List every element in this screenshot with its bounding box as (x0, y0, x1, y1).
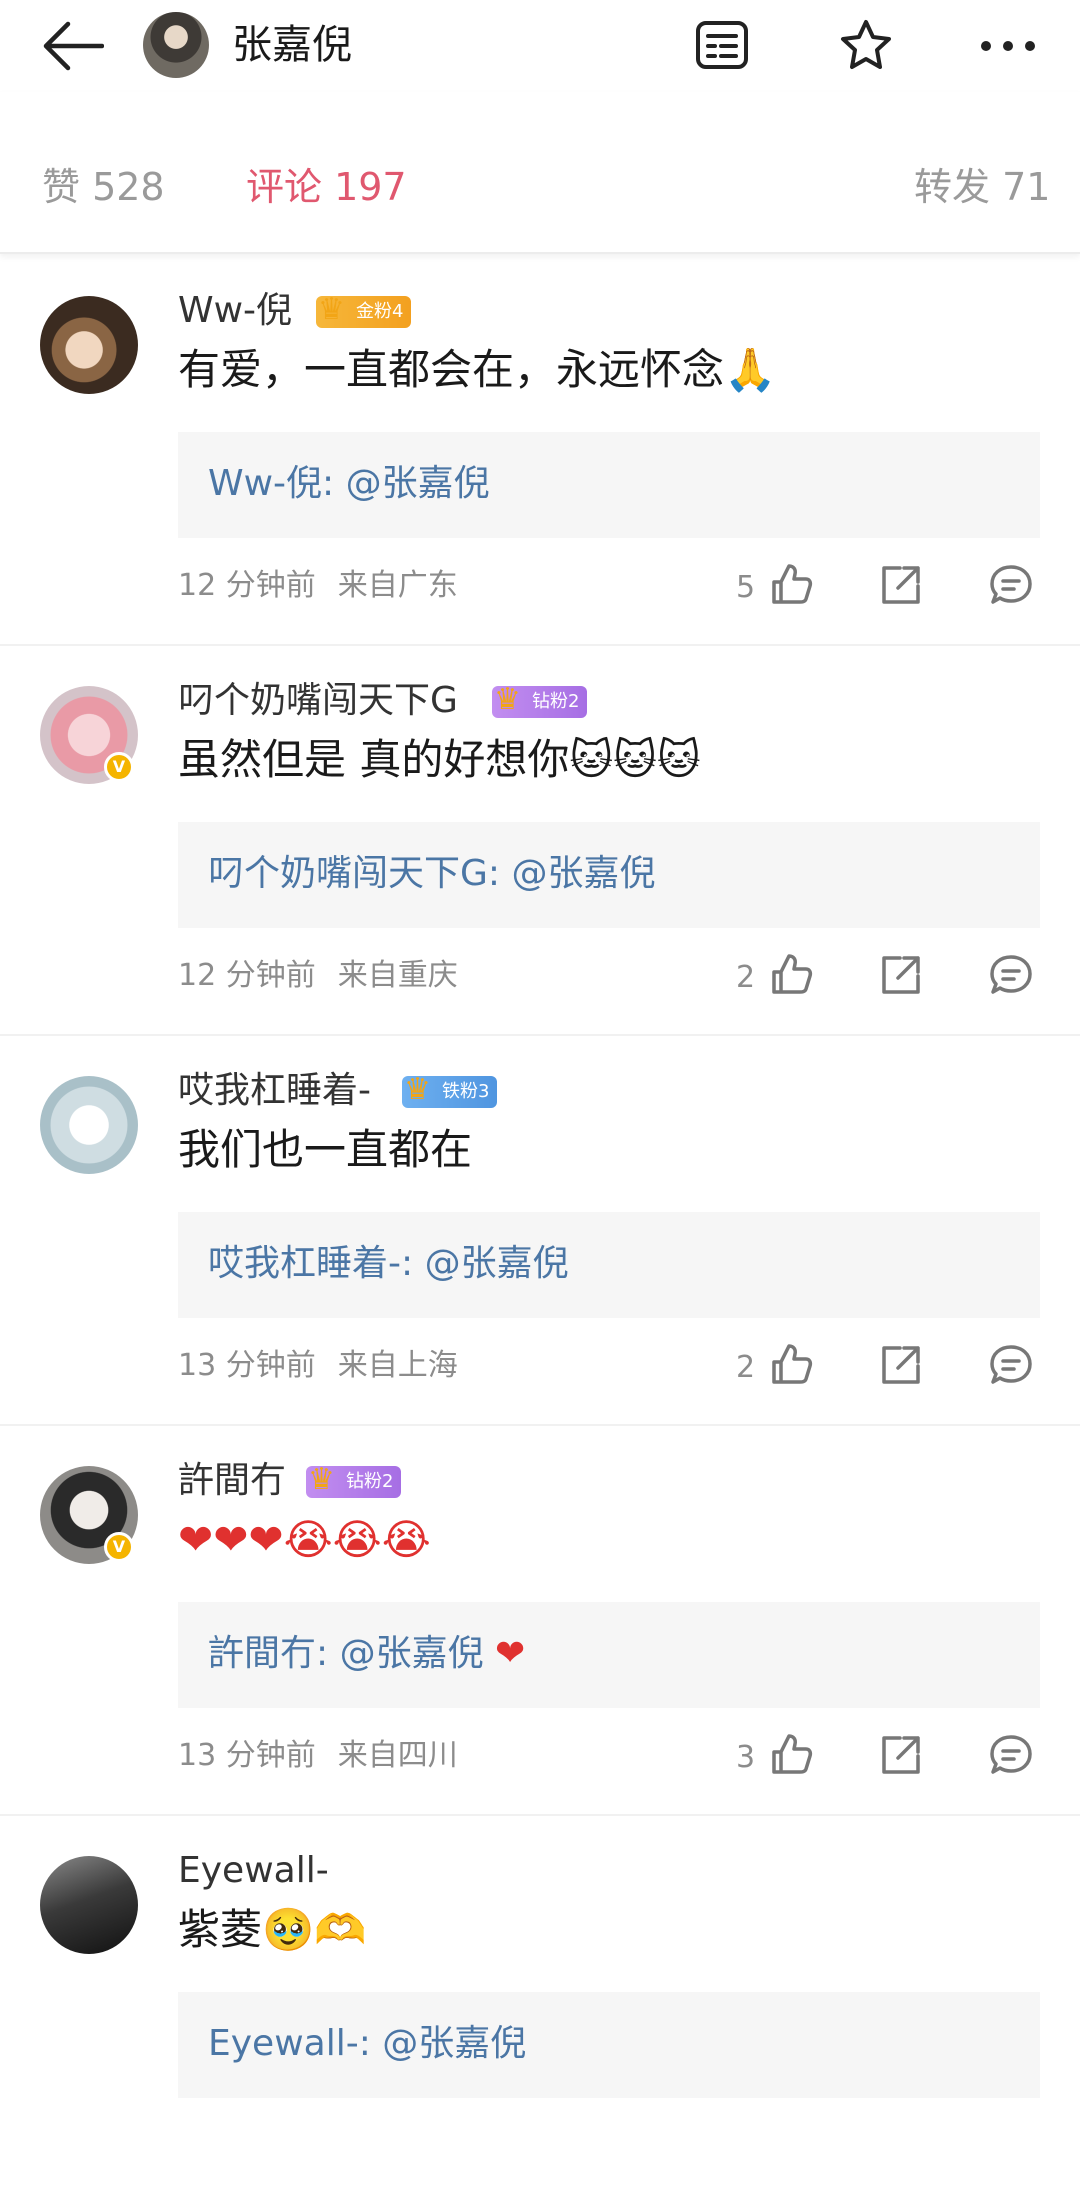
comment-username[interactable]: 叼个奶嘴闯天下G (178, 678, 458, 724)
quoted-repost[interactable]: Ww-倪: @张嘉倪 (178, 432, 1040, 538)
comment-text: 有爱，一直都会在，永远怀念🙏 (178, 345, 777, 394)
thumbs-up-icon[interactable] (768, 1732, 814, 1778)
crown-icon: ♛ (494, 682, 521, 717)
comment-location: 来自广东 (337, 568, 458, 603)
comment-item: Eyewall- 紫菱🥹🫶 Eyewall-: @张嘉倪 (0, 1816, 1080, 2186)
comment-item: Ww-倪 ♛ 金粉4 有爱，一直都会在，永远怀念🙏 Ww-倪: @张嘉倪 12 … (0, 256, 1080, 646)
page-title[interactable]: 张嘉倪 (232, 20, 352, 70)
star-icon[interactable] (836, 18, 896, 74)
quoted-mention[interactable]: : @张嘉倪 (359, 2023, 527, 2064)
tab-comments[interactable]: 评论 197 (246, 164, 407, 210)
comment-item: V 許間冇 ♛ 钻粉2 ❤❤❤😭😭😭 許間冇: @张嘉倪 ❤ 13 分钟前 来自四… (0, 1426, 1080, 1816)
back-arrow-icon[interactable] (40, 18, 105, 74)
crown-icon: ♛ (308, 1462, 335, 1497)
more-icon[interactable] (978, 18, 1038, 74)
comment-location: 来自重庆 (337, 958, 458, 993)
top-bar: 张嘉倪 (0, 0, 1080, 92)
comment-item: 哎我杠睡着- ♛ 铁粉3 我们也一直都在 哎我杠睡着-: @张嘉倪 13 分钟前… (0, 1036, 1080, 1426)
crown-icon: ♛ (404, 1072, 431, 1107)
comment-meta: 13 分钟前 来自上海 (178, 1346, 458, 1386)
comment-location: 来自上海 (337, 1348, 458, 1383)
stats-tabs: 赞 528 评论 197 转发 71 (0, 92, 1080, 254)
like-count: 3 (736, 1740, 756, 1775)
quoted-repost[interactable]: Eyewall-: @张嘉倪 (178, 1992, 1040, 2098)
quoted-username[interactable]: 許間冇 (208, 1633, 316, 1674)
thumbs-up-icon[interactable] (768, 562, 814, 608)
quoted-repost[interactable]: 許間冇: @张嘉倪 ❤ (178, 1602, 1040, 1708)
thumbs-up-icon[interactable] (768, 952, 814, 998)
thumbs-up-icon[interactable] (768, 1342, 814, 1388)
avatar[interactable] (40, 296, 138, 394)
comment-text: 紫菱🥹🫶 (178, 1905, 367, 1954)
fan-badge: ♛ 钻粉2 (492, 682, 588, 718)
comment-icon[interactable] (988, 952, 1034, 998)
share-icon[interactable] (878, 562, 924, 608)
quoted-username[interactable]: Ww-倪 (208, 463, 322, 504)
tab-likes[interactable]: 赞 528 (42, 164, 165, 210)
fan-badge: ♛ 铁粉3 (402, 1072, 498, 1108)
avatar[interactable] (40, 1856, 138, 1954)
comment-text: 我们也一直都在 (178, 1125, 473, 1174)
comment-meta: 12 分钟前 来自广东 (178, 566, 458, 606)
quoted-mention[interactable]: : @张嘉倪 (316, 1633, 484, 1674)
crown-icon: ♛ (318, 292, 345, 327)
quoted-mention[interactable]: : @张嘉倪 (401, 1243, 569, 1284)
comment-list: Ww-倪 ♛ 金粉4 有爱，一直都会在，永远怀念🙏 Ww-倪: @张嘉倪 12 … (0, 256, 1080, 2186)
comment-username[interactable]: 許間冇 (178, 1458, 286, 1504)
quoted-repost[interactable]: 叼个奶嘴闯天下G: @张嘉倪 (178, 822, 1040, 928)
comment-time: 13 分钟前 (178, 1738, 316, 1773)
comment-location: 来自四川 (337, 1738, 458, 1773)
comment-icon[interactable] (988, 562, 1034, 608)
comment-username[interactable]: 哎我杠睡着- (178, 1068, 371, 1114)
share-icon[interactable] (878, 952, 924, 998)
comment-text: 虽然但是 真的好想你🐱🐱🐱 (178, 735, 701, 784)
comment-item: V 叼个奶嘴闯天下G ♛ 钻粉2 虽然但是 真的好想你🐱🐱🐱 叼个奶嘴闯天下G:… (0, 646, 1080, 1036)
comment-icon[interactable] (988, 1732, 1034, 1778)
comment-meta: 12 分钟前 来自重庆 (178, 956, 458, 996)
list-icon[interactable] (693, 18, 753, 74)
like-count: 2 (736, 1350, 756, 1385)
quoted-repost[interactable]: 哎我杠睡着-: @张嘉倪 (178, 1212, 1040, 1318)
verified-badge-icon: V (104, 752, 134, 782)
comment-time: 12 分钟前 (178, 958, 316, 993)
like-count: 5 (736, 570, 756, 605)
quoted-username[interactable]: Eyewall- (208, 2023, 359, 2064)
avatar[interactable] (40, 1076, 138, 1174)
comment-time: 13 分钟前 (178, 1348, 316, 1383)
verified-badge-icon: V (104, 1532, 134, 1562)
comment-text: ❤❤❤😭😭😭 (178, 1515, 431, 1564)
avatar[interactable] (143, 12, 209, 78)
comment-meta: 13 分钟前 来自四川 (178, 1736, 458, 1776)
comment-username[interactable]: Eyewall- (178, 1848, 329, 1894)
quoted-mention[interactable]: : @张嘉倪 (322, 463, 490, 504)
share-icon[interactable] (878, 1732, 924, 1778)
quoted-username[interactable]: 哎我杠睡着- (208, 1243, 401, 1284)
share-icon[interactable] (878, 1342, 924, 1388)
heart-emoji: ❤ (495, 1633, 526, 1674)
quoted-username[interactable]: 叼个奶嘴闯天下G (208, 853, 488, 894)
fan-badge: ♛ 钻粉2 (306, 1462, 402, 1498)
comment-time: 12 分钟前 (178, 568, 316, 603)
tab-reposts[interactable]: 转发 71 (914, 164, 1050, 210)
quoted-mention[interactable]: : @张嘉倪 (488, 853, 656, 894)
fan-badge: ♛ 金粉4 (316, 292, 412, 328)
comment-icon[interactable] (988, 1342, 1034, 1388)
comment-username[interactable]: Ww-倪 (178, 288, 292, 334)
like-count: 2 (736, 960, 756, 995)
